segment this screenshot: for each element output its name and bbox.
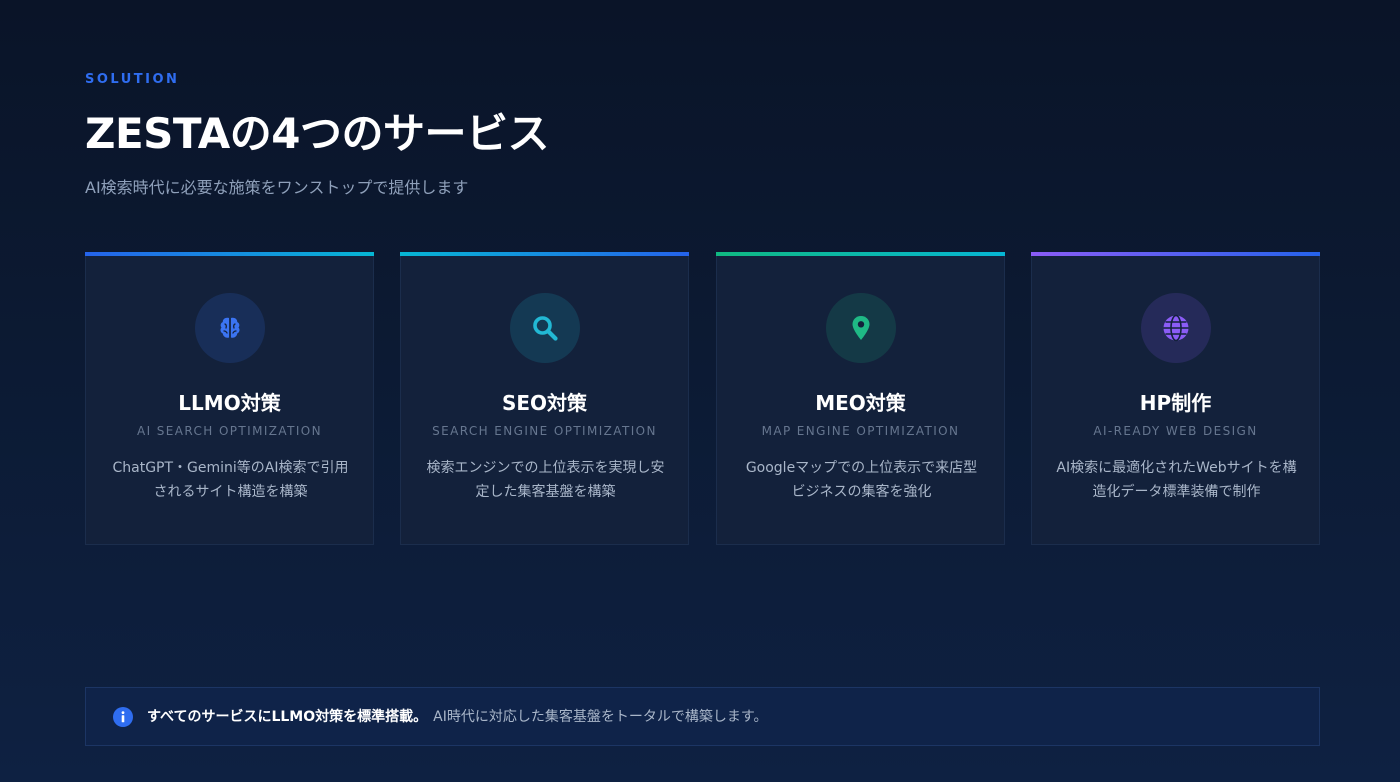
section-eyebrow: SOLUTION <box>85 72 180 87</box>
card-accent-bar <box>716 252 1005 256</box>
solution-section: SOLUTION ZESTAの4つのサービス AI検索時代に必要な施策をワンスト… <box>85 0 1320 782</box>
service-card-hp[interactable]: HP制作 AI-READY WEB DESIGN AI検索に最適化されたWebサ… <box>1031 252 1320 545</box>
card-accent-bar <box>1031 252 1320 256</box>
map-pin-icon <box>852 316 869 340</box>
card-accent-bar <box>400 252 689 256</box>
icon-circle <box>509 293 580 363</box>
card-description: Googleマップでの上位表示で来店型ビジネスの集客を強化 <box>745 460 978 500</box>
card-description: ChatGPT・Gemini等のAI検索で引用されるサイト構造を構築 <box>112 460 349 500</box>
icon-circle <box>1140 293 1211 363</box>
page-title: ZESTAの4つのサービス <box>85 109 550 158</box>
card-subtitle: AI SEARCH OPTIMIZATION <box>137 424 322 438</box>
card-title: SEO対策 <box>501 391 588 415</box>
card-subtitle: SEARCH ENGINE OPTIMIZATION <box>432 424 657 438</box>
search-icon <box>532 316 558 341</box>
info-banner-detail: AI時代に対応した集客基盤をトータルで構築します。 <box>433 709 768 725</box>
info-icon <box>113 707 133 727</box>
card-subtitle: AI-READY WEB DESIGN <box>1093 424 1258 438</box>
service-card-llmo[interactable]: LLMO対策 AI SEARCH OPTIMIZATION ChatGPT・Ge… <box>85 252 374 545</box>
icon-circle <box>825 293 896 363</box>
icon-circle <box>194 293 265 363</box>
card-title: LLMO対策 <box>178 391 281 415</box>
card-title: MEO対策 <box>815 391 906 415</box>
service-card-meo[interactable]: MEO対策 MAP ENGINE OPTIMIZATION Googleマップで… <box>716 252 1005 545</box>
card-description: 検索エンジンでの上位表示を実現し安定した集客基盤を構築 <box>426 460 665 500</box>
service-card-seo[interactable]: SEO対策 SEARCH ENGINE OPTIMIZATION 検索エンジンで… <box>400 252 689 545</box>
info-banner-emphasis: すべてのサービスにLLMO対策を標準搭載。 <box>147 709 428 725</box>
info-banner: すべてのサービスにLLMO対策を標準搭載。 AI時代に対応した集客基盤をトータルで… <box>85 687 1320 746</box>
page-subtitle: AI検索時代に必要な施策をワンストップで提供します <box>85 178 469 197</box>
brain-icon <box>220 317 239 338</box>
card-description: AI検索に最適化されたWebサイトを構造化データ標準装備で制作 <box>1056 460 1297 500</box>
globe-icon <box>1163 314 1188 342</box>
card-accent-bar <box>85 252 374 256</box>
card-title: HP制作 <box>1139 391 1212 415</box>
info-banner-text: すべてのサービスにLLMO対策を標準搭載。 AI時代に対応した集客基盤をトータルで… <box>147 707 767 727</box>
service-cards: LLMO対策 AI SEARCH OPTIMIZATION ChatGPT・Ge… <box>85 252 1320 545</box>
card-subtitle: MAP ENGINE OPTIMIZATION <box>761 424 960 438</box>
